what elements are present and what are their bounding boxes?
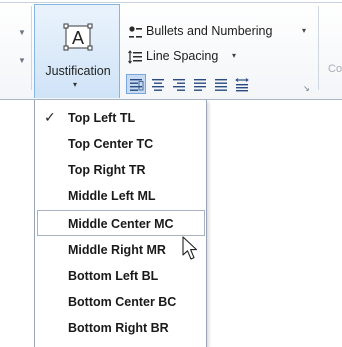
chevron-down-icon[interactable]: ▼: [18, 28, 26, 37]
ribbon: ▼ ▼ A Justification ▾ Bullets and Number…: [0, 0, 342, 100]
group-divider: [31, 6, 32, 90]
menu-item-bottom-right[interactable]: Bottom Right BR: [37, 314, 205, 340]
menu-item-top-left[interactable]: ✓ Top Left TL: [37, 104, 205, 130]
justification-glyph: A: [72, 28, 84, 48]
menu-item-label: Middle Right MR: [68, 243, 166, 257]
chevron-down-icon: ▾: [232, 51, 237, 60]
menu-item-top-right[interactable]: Top Right TR: [37, 156, 205, 182]
menu-item-label: Top Center TC: [68, 137, 154, 151]
group-divider: [318, 6, 319, 90]
chevron-down-icon[interactable]: ▼: [18, 56, 26, 65]
align-center-icon: [152, 79, 164, 91]
menu-item-label: Middle Left ML: [68, 189, 156, 203]
menu-item-label: Top Left TL: [68, 111, 136, 125]
menu-item-label: Top Right TR: [68, 163, 146, 177]
align-center-button[interactable]: [147, 74, 167, 94]
justification-button[interactable]: A Justification ▾: [34, 4, 120, 98]
align-left-button[interactable]: [126, 74, 146, 94]
align-right-icon: [173, 79, 185, 91]
line-spacing-icon: [128, 50, 142, 64]
previous-group-strip: ▼ ▼: [0, 4, 32, 84]
next-group-label: Co: [328, 63, 342, 75]
ribbon-top-edge: [0, 2, 342, 3]
align-left-icon: [130, 79, 144, 91]
dialog-launcher-icon[interactable]: ↘: [303, 84, 310, 93]
chevron-down-icon: ▾: [302, 26, 307, 35]
menu-item-middle-right[interactable]: Middle Right MR: [37, 236, 205, 262]
justification-menu: ✓ Top Left TL Top Center TC Top Right TR…: [34, 100, 207, 347]
menu-item-bottom-center[interactable]: Bottom Center BC: [37, 288, 205, 314]
distributed-icon: [235, 78, 249, 92]
mouse-pointer-icon: [182, 236, 198, 260]
menu-item-middle-left[interactable]: Middle Left ML: [37, 182, 205, 208]
menu-item-top-center[interactable]: Top Center TC: [37, 130, 205, 156]
menu-item-middle-center[interactable]: Middle Center MC: [37, 210, 205, 236]
bullets-and-numbering-label: Bullets and Numbering: [146, 24, 273, 38]
chevron-down-icon: ▾: [73, 80, 78, 89]
line-spacing-button[interactable]: Line Spacing ▾: [128, 47, 238, 67]
checkmark-icon: ✓: [44, 109, 56, 125]
line-spacing-label: Line Spacing: [146, 49, 219, 63]
justify-low-icon: [215, 79, 227, 91]
justify-button[interactable]: [189, 74, 209, 94]
bullets-icon: [129, 26, 142, 38]
justification-label: Justification: [45, 64, 111, 78]
menu-item-label: Bottom Center BC: [68, 295, 177, 309]
menu-item-bottom-left[interactable]: Bottom Left BL: [37, 262, 205, 288]
align-right-button[interactable]: [168, 74, 188, 94]
distributed-button[interactable]: [231, 74, 251, 94]
justify-icon: [194, 79, 206, 91]
justification-icon: A: [63, 23, 93, 51]
menu-item-label: Bottom Right BR: [68, 321, 169, 335]
menu-item-label: Middle Center MC: [68, 217, 174, 231]
bullets-and-numbering-button[interactable]: Bullets and Numbering ▾: [128, 22, 308, 42]
menu-item-label: Bottom Left BL: [68, 269, 159, 283]
justify-low-button[interactable]: [210, 74, 230, 94]
